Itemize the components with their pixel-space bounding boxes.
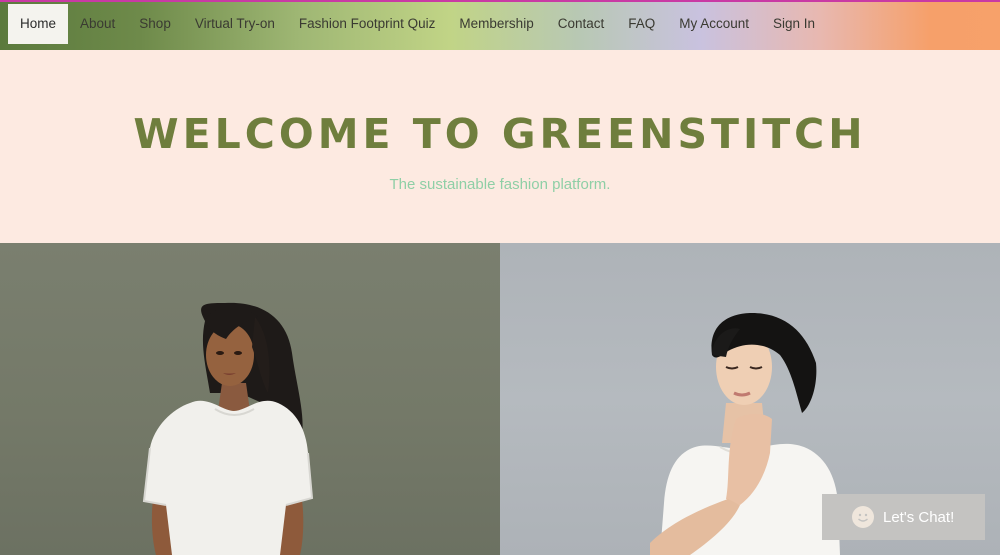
nav-menu: Home About Shop Virtual Try-on Fashion F… [8,4,827,44]
woman-illustration [142,302,314,555]
smiley-icon [852,506,874,528]
hero-section: WELCOME TO GREENSTITCH The sustainable f… [0,50,1000,243]
photo-woman-white-tee [0,243,500,555]
chat-label: Let's Chat! [883,508,955,526]
nav-item-membership[interactable]: Membership [447,4,545,44]
nav-item-sign-in[interactable]: Sign In [761,4,827,44]
page-title: WELCOME TO GREENSTITCH [133,110,867,158]
chat-widget-button[interactable]: Let's Chat! [822,494,985,540]
nav-item-fashion-footprint-quiz[interactable]: Fashion Footprint Quiz [287,4,448,44]
nav-item-shop[interactable]: Shop [127,4,183,44]
nav-item-virtual-try-on[interactable]: Virtual Try-on [183,4,287,44]
nav-item-faq[interactable]: FAQ [616,4,667,44]
main-nav: Home About Shop Virtual Try-on Fashion F… [0,2,1000,50]
page-subtitle: The sustainable fashion platform. [389,176,611,193]
nav-item-my-account[interactable]: My Account [667,4,761,44]
nav-item-contact[interactable]: Contact [546,4,617,44]
nav-item-about[interactable]: About [68,4,127,44]
nav-item-home[interactable]: Home [8,4,69,44]
